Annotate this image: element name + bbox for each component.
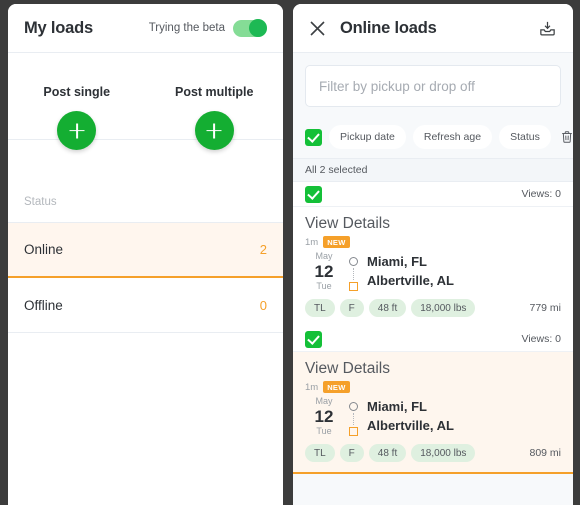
tag-length: 48 ft: [368, 444, 407, 462]
status-section-label: Status: [8, 181, 283, 223]
app-root: My loads Trying the beta Post single Pos…: [0, 0, 580, 505]
search-input[interactable]: [305, 65, 561, 107]
load-distance: 779 mi: [529, 302, 561, 314]
beta-toggle-label: Trying the beta: [148, 22, 225, 34]
status-online-count: 2: [259, 242, 267, 257]
filter-zone: [293, 53, 573, 116]
close-icon[interactable]: [309, 20, 326, 37]
load-age: 1m: [305, 381, 319, 393]
load-route: May 12 Tue Miami, FL Albertville, AL: [305, 252, 561, 291]
status-offline-count: 0: [259, 297, 267, 313]
status-badge: NEW: [323, 236, 350, 248]
pickup-date: May 12 Tue: [309, 252, 339, 291]
sidebar-item-offline[interactable]: Offline 0: [8, 278, 283, 333]
page-title: My loads: [24, 18, 94, 37]
origin-city: Miami, FL: [367, 254, 427, 269]
route-stops: Miami, FL Albertville, AL: [367, 397, 454, 436]
view-details-link[interactable]: View Details: [305, 360, 561, 378]
route-markers: [347, 397, 359, 436]
view-details-link[interactable]: View Details: [305, 215, 561, 233]
chip-pickup-date[interactable]: Pickup date: [329, 125, 406, 149]
my-loads-panel: My loads Trying the beta Post single Pos…: [8, 4, 283, 505]
tag-length: 48 ft: [368, 299, 407, 317]
tag-trailer-code: F: [339, 299, 364, 317]
route-line-icon: [352, 413, 354, 425]
pickup-weekday: Tue: [316, 281, 332, 291]
post-single-label: Post single: [43, 85, 111, 99]
filter-chip-row: Pickup date Refresh age Status: [293, 116, 573, 158]
load-card[interactable]: Views: 0 View Details 1m NEW May 12 Tue: [293, 182, 573, 327]
chip-refresh-age[interactable]: Refresh age: [412, 125, 493, 149]
select-all-checkbox[interactable]: [305, 128, 322, 146]
load-select-checkbox[interactable]: [305, 185, 322, 203]
tag-equipment-type: TL: [305, 299, 335, 317]
selection-summary-bar: All 2 selected: [293, 158, 573, 182]
inbox-download-icon[interactable]: [538, 19, 557, 38]
status-offline-label: Offline: [24, 297, 63, 313]
pickup-month: May: [315, 396, 333, 406]
tag-trailer-code: F: [339, 444, 364, 462]
destination-marker-icon: [348, 427, 358, 436]
destination-city: Albertville, AL: [367, 418, 454, 433]
my-loads-header: My loads Trying the beta: [8, 4, 283, 53]
tag-equipment-type: TL: [305, 444, 335, 462]
beta-toggle-switch[interactable]: [233, 19, 267, 37]
toggle-knob: [249, 19, 267, 37]
post-single-button[interactable]: [57, 111, 97, 150]
pickup-day: 12: [314, 407, 334, 426]
load-select-checkbox[interactable]: [305, 330, 322, 348]
load-views-count: Views: 0: [521, 333, 562, 345]
origin-marker-icon: [348, 402, 358, 411]
load-distance: 809 mi: [529, 447, 561, 459]
destination-marker-icon: [348, 282, 358, 291]
load-age-row: 1m NEW: [305, 381, 561, 393]
online-loads-title: Online loads: [340, 18, 437, 37]
load-card-header: Views: 0: [293, 327, 573, 352]
tag-weight: 18,000 lbs: [411, 444, 476, 462]
load-card-body: View Details 1m NEW May 12 Tue Miami, FL…: [293, 207, 573, 327]
origin-marker-icon: [348, 257, 358, 266]
load-attributes: TL F 48 ft 18,000 lbs 779 mi: [305, 299, 561, 317]
sidebar-item-online[interactable]: Online 2: [8, 223, 283, 278]
beta-toggle-group[interactable]: Trying the beta: [148, 19, 267, 37]
status-badge: NEW: [323, 381, 350, 393]
post-multiple-group: Post multiple: [146, 53, 284, 181]
pickup-day: 12: [314, 262, 334, 281]
route-markers: [347, 252, 359, 291]
route-line-icon: [352, 268, 354, 280]
trash-icon[interactable]: [560, 130, 573, 144]
load-age: 1m: [305, 236, 319, 248]
post-multiple-label: Post multiple: [175, 85, 254, 99]
load-card-header: Views: 0: [293, 182, 573, 207]
origin-city: Miami, FL: [367, 399, 427, 414]
status-online-label: Online: [24, 242, 64, 257]
pickup-month: May: [315, 251, 333, 261]
post-single-group: Post single: [8, 53, 146, 181]
chip-status[interactable]: Status: [499, 125, 551, 149]
route-stops: Miami, FL Albertville, AL: [367, 252, 454, 291]
load-views-count: Views: 0: [521, 188, 562, 200]
load-age-row: 1m NEW: [305, 236, 561, 248]
load-card-body: View Details 1m NEW May 12 Tue Miami, FL…: [293, 352, 573, 474]
pickup-date: May 12 Tue: [309, 397, 339, 436]
post-load-section: Post single Post multiple: [8, 53, 283, 181]
post-multiple-button[interactable]: [194, 111, 234, 150]
load-route: May 12 Tue Miami, FL Albertville, AL: [305, 397, 561, 436]
load-attributes: TL F 48 ft 18,000 lbs 809 mi: [305, 444, 561, 462]
tag-weight: 18,000 lbs: [411, 299, 476, 317]
destination-city: Albertville, AL: [367, 273, 454, 288]
pickup-weekday: Tue: [316, 426, 332, 436]
online-loads-header: Online loads: [293, 4, 573, 53]
load-card[interactable]: Views: 0 View Details 1m NEW May 12 Tue: [293, 327, 573, 474]
online-loads-panel: Online loads Pickup date Refresh age Sta…: [293, 4, 573, 505]
